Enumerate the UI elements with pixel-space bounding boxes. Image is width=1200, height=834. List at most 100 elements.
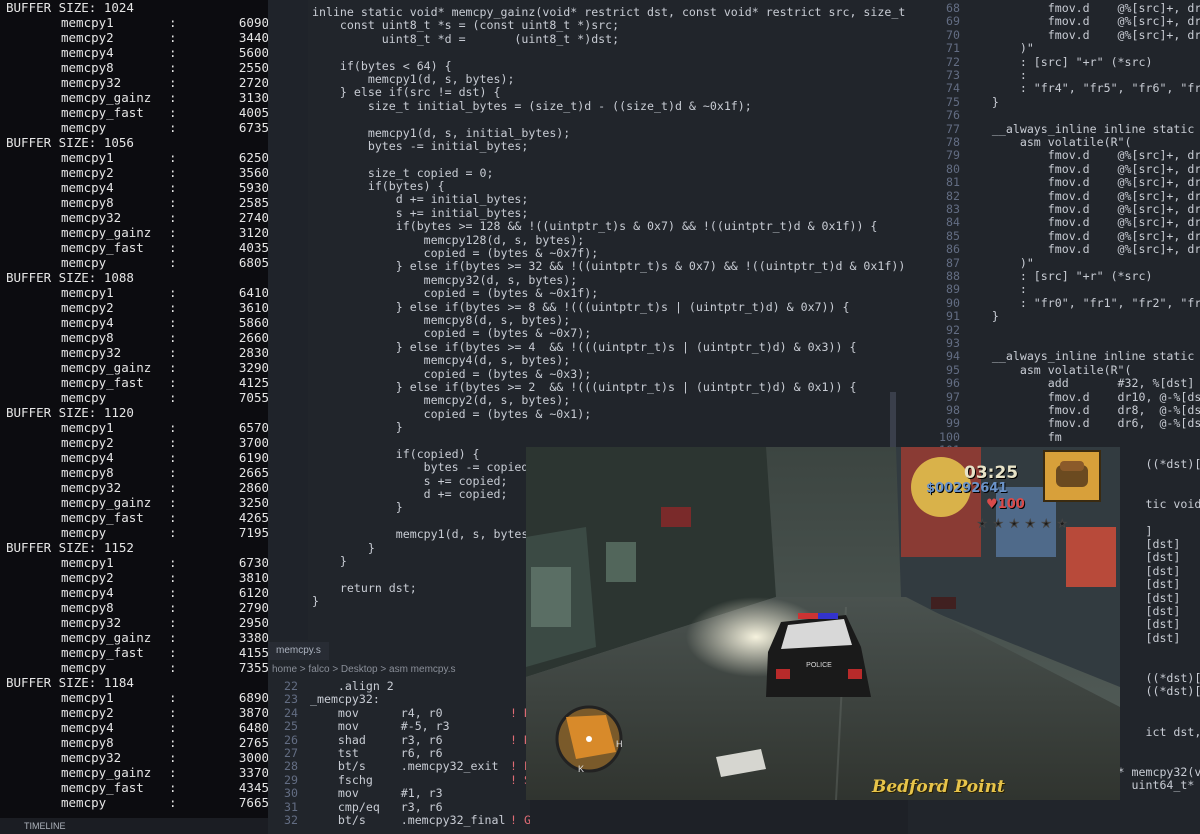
- code-line[interactable]: : "fr4", "fr5", "fr6", "fr7", "fr8",: [964, 81, 1200, 95]
- timing-value: 2740: [238, 210, 269, 225]
- asm-line[interactable]: 22 .align 2: [268, 679, 530, 693]
- code-line[interactable]: [312, 435, 908, 448]
- tab-label: memcpy.s: [276, 645, 321, 656]
- code-line[interactable]: : [src] "+r" (*src): [964, 269, 1153, 283]
- code-line[interactable]: }: [964, 95, 999, 109]
- code-line[interactable]: copied = (bytes & ~0x1f);: [312, 286, 908, 300]
- code-line[interactable]: :: [964, 68, 1027, 82]
- asm-line[interactable]: 26 shad r3, r6! R: [268, 733, 530, 747]
- code-line[interactable]: if(bytes) {: [312, 179, 908, 193]
- code-line[interactable]: memcpy2(d, s, bytes);: [312, 393, 908, 407]
- function-name: memcpy2: [61, 165, 114, 180]
- function-name: memcpy_gainz: [61, 765, 152, 780]
- benchmark-row: memcpy_gainz: 3380: [0, 630, 307, 645]
- code-line[interactable]: copied = (bytes & ~0x3);: [312, 367, 908, 381]
- code-line[interactable]: if(bytes < 64) {: [312, 59, 908, 73]
- code-line[interactable]: fmov.d @%[src]+, dr14: [964, 242, 1200, 256]
- code-line[interactable]: fm: [964, 430, 1062, 444]
- code-line[interactable]: memcpy128(d, s, bytes);: [312, 233, 908, 247]
- code-line[interactable]: __always_inline inline static void memcp…: [964, 349, 1200, 363]
- asm-line[interactable]: 25 mov #-5, r3: [268, 719, 530, 733]
- code-line[interactable]: fmov.d @%[src]+, dr12: [964, 229, 1200, 243]
- code-line[interactable]: fmov.d @%[src]+, dr10: [964, 215, 1200, 229]
- benchmark-row: memcpy8: 2790: [0, 600, 307, 615]
- code-line[interactable]: fmov.d @%[src]+, dr4: [964, 175, 1200, 189]
- code-line[interactable]: uint8_t *d = (uint8_t *)dst;: [312, 32, 908, 46]
- separator: :: [169, 315, 177, 330]
- code-line[interactable]: fmov.d @%[src]+, dr10: [964, 28, 1200, 42]
- code-line[interactable]: bytes -= initial_bytes;: [312, 139, 908, 153]
- separator: :: [169, 615, 177, 630]
- code-line[interactable]: : [src] "+r" (*src): [964, 55, 1153, 69]
- code-line[interactable]: [312, 46, 908, 59]
- asm-code-view[interactable]: 22 .align 2 23 _memcpy32: 24 mov r4, r0! R2…: [268, 679, 530, 827]
- code-line[interactable]: memcpy32(d, s, bytes);: [312, 273, 908, 287]
- code-line[interactable]: } else if(bytes >= 32 && !((uintptr_t)s …: [312, 260, 908, 274]
- code-line[interactable]: : "fr0", "fr1", "fr2", "fr3", "fr4",: [964, 296, 1200, 310]
- benchmark-row: memcpy2: 3870: [0, 705, 307, 720]
- code-line[interactable]: fmov.d @%[src]+, dr0: [964, 148, 1200, 162]
- editor-scrollbar[interactable]: [890, 392, 896, 452]
- code-line[interactable]: const uint8_t *s = (const uint8_t *)src;: [312, 18, 908, 32]
- code-line[interactable]: fmov.d @%[src]+, dr8: [964, 14, 1200, 28]
- code-line[interactable]: } else if(src != dst) {: [312, 85, 908, 99]
- asm-line[interactable]: 29 fschg! S: [268, 773, 530, 787]
- asm-line[interactable]: 27 tst r6, r6: [268, 746, 530, 760]
- code-line[interactable]: fmov.d dr10, @-%[dst]: [964, 390, 1200, 404]
- code-line[interactable]: }: [312, 420, 908, 434]
- line-number: 73: [946, 68, 960, 82]
- code-line[interactable]: d += initial_bytes;: [312, 193, 908, 207]
- code-line[interactable]: copied = (bytes & ~0x7f);: [312, 246, 908, 260]
- code-line[interactable]: } else if(bytes >= 8 && !(((uintptr_t)s …: [312, 300, 908, 314]
- code-line[interactable]: )": [964, 256, 1034, 270]
- code-line[interactable]: fmov.d @%[src]+, dr8: [964, 202, 1200, 216]
- code-line[interactable]: fmov.d @%[src]+, dr2: [964, 162, 1200, 176]
- code-line[interactable]: )": [964, 41, 1034, 55]
- code-line[interactable]: size_t initial_bytes = (size_t)d - ((siz…: [312, 99, 908, 113]
- line-number: 99: [946, 416, 960, 431]
- breadcrumb[interactable]: home > falco > Desktop > asm memcpy.s: [272, 664, 456, 675]
- code-line[interactable]: [312, 153, 908, 166]
- asm-line[interactable]: 30 mov #1, r3: [268, 786, 530, 800]
- line-number: 71: [946, 41, 960, 56]
- line-number: 97: [946, 389, 960, 404]
- function-name: memcpy1: [61, 555, 114, 570]
- line-number: 95: [946, 362, 960, 377]
- code-line[interactable]: if(bytes >= 128 && !((uintptr_t)s & 0x7)…: [312, 219, 908, 233]
- code-line[interactable]: fmov.d dr6, @-%[dst]: [964, 416, 1200, 430]
- asm-editor[interactable]: memcpy.s home > falco > Desktop > asm me…: [268, 640, 530, 834]
- code-line[interactable]: :: [964, 282, 1027, 296]
- code-line[interactable]: size_t copied = 0;: [312, 166, 908, 180]
- code-line[interactable]: }: [964, 309, 999, 323]
- fist-weapon-icon: [1043, 450, 1101, 502]
- code-line[interactable]: fmov.d @%[src]+, dr6: [964, 189, 1200, 203]
- asm-line[interactable]: 31 cmp/eq r3, r6: [268, 800, 530, 814]
- function-name: memcpy_gainz: [61, 225, 152, 240]
- timeline-panel-header[interactable]: TIMELINE: [0, 818, 307, 834]
- asm-line[interactable]: 28 bt/s .memcpy32_exit! E: [268, 759, 530, 773]
- code-line[interactable]: asm volatile(R"(: [964, 135, 1132, 149]
- code-line[interactable]: copied = (bytes & ~0x1);: [312, 407, 908, 421]
- code-line[interactable]: add #32, %[dst]: [964, 376, 1195, 390]
- tab-memcpy-s[interactable]: memcpy.s: [268, 642, 329, 660]
- separator: :: [169, 630, 177, 645]
- code-line[interactable]: fmov.d @%[src]+, dr6: [964, 1, 1200, 15]
- code-line[interactable]: memcpy8(d, s, bytes);: [312, 313, 908, 327]
- asm-line[interactable]: 32 bt/s .memcpy32_final ! Go to final ite…: [268, 813, 530, 827]
- code-line[interactable]: [312, 113, 908, 126]
- code-line[interactable]: memcpy1(d, s, bytes);: [312, 72, 908, 86]
- code-line[interactable]: } else if(bytes >= 4 && !(((uintptr_t)s …: [312, 340, 908, 354]
- code-line[interactable]: } else if(bytes >= 2 && !(((uintptr_t)s …: [312, 380, 908, 394]
- line-number: 70: [946, 27, 960, 42]
- asm-line[interactable]: 23 _memcpy32:: [268, 692, 530, 706]
- asm-line[interactable]: 24 mov r4, r0! R: [268, 706, 530, 720]
- code-line[interactable]: inline static void* memcpy_gainz(void* r…: [312, 5, 908, 19]
- code-line[interactable]: __always_inline inline static void memcp…: [964, 122, 1200, 136]
- code-line[interactable]: fmov.d dr8, @-%[dst]: [964, 403, 1200, 417]
- benchmark-row: memcpy32: 3000: [0, 750, 307, 765]
- code-line[interactable]: memcpy1(d, s, initial_bytes);: [312, 126, 908, 140]
- code-line[interactable]: copied = (bytes & ~0x7);: [312, 326, 908, 340]
- code-line[interactable]: memcpy4(d, s, bytes);: [312, 353, 908, 367]
- code-line[interactable]: asm volatile(R"(: [964, 363, 1132, 377]
- code-line[interactable]: s += initial_bytes;: [312, 206, 908, 220]
